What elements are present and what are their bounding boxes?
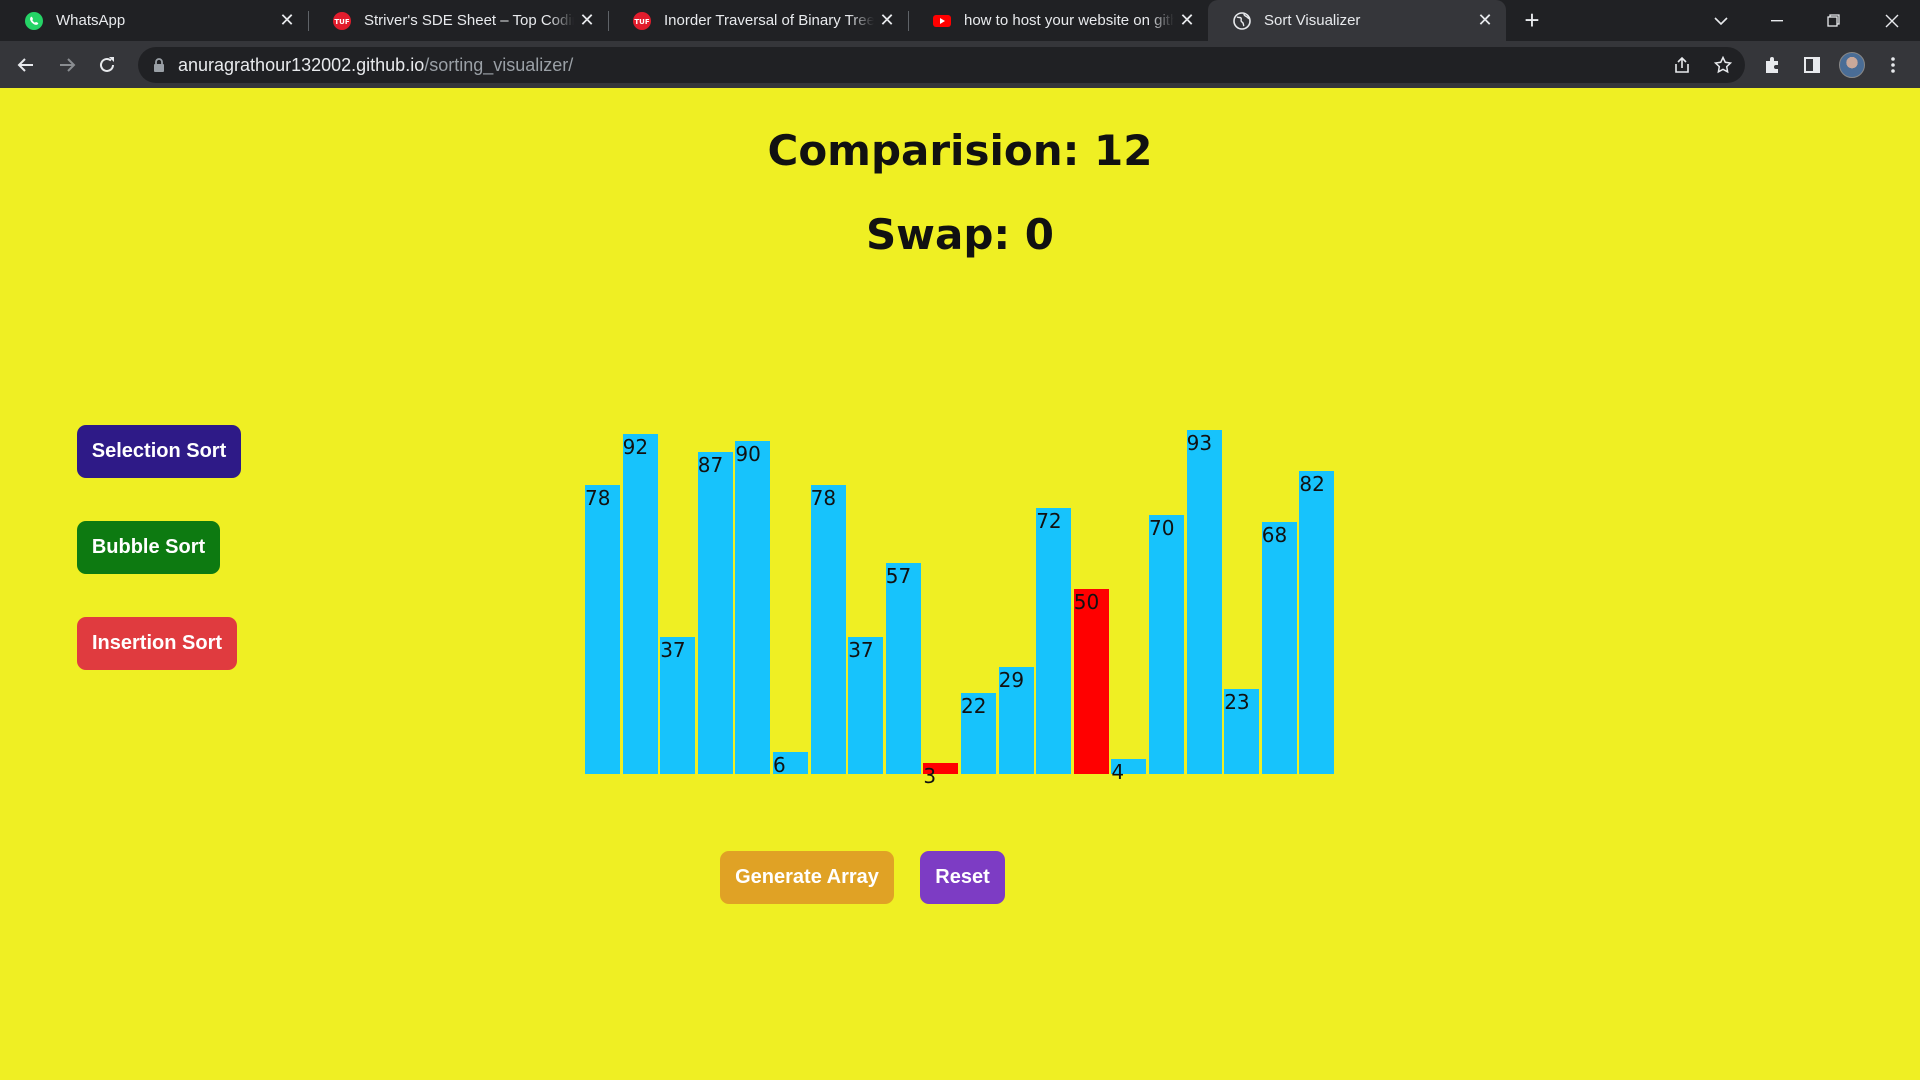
close-tab-icon[interactable]: ✕ — [878, 11, 896, 29]
globe-icon — [1232, 11, 1252, 31]
url-host: anuragrathour132002.github.io — [178, 55, 425, 75]
lock-icon[interactable] — [152, 57, 166, 73]
tab-search-icon[interactable] — [1693, 0, 1749, 41]
more-menu-icon[interactable] — [1877, 49, 1909, 81]
bar-value: 50 — [1073, 590, 1100, 614]
close-tab-icon[interactable]: ✕ — [1476, 11, 1494, 29]
tab-strip: WhatsApp ✕ TUF Striver's SDE Sheet – Top… — [0, 0, 1920, 41]
bookmark-star-icon[interactable] — [1707, 49, 1739, 81]
array-bar: 93 — [1186, 430, 1222, 774]
close-tab-icon[interactable]: ✕ — [278, 11, 296, 29]
array-bar: 82 — [1299, 471, 1335, 774]
tuf-icon: TUF — [632, 11, 652, 31]
close-tab-icon[interactable]: ✕ — [578, 11, 596, 29]
insertion-sort-button[interactable]: Insertion Sort — [77, 617, 237, 670]
array-bar: 23 — [1224, 689, 1260, 774]
restore-icon[interactable] — [1805, 0, 1861, 41]
array-bar: 22 — [961, 693, 996, 774]
bar-value: 29 — [998, 668, 1025, 692]
array-bars: 78 92 37 87 90 6 78 37 57 3 22 29 72 50 4 70 93 23 68 82 — [585, 88, 1335, 788]
array-bar: 92 — [622, 434, 658, 774]
bar-value: 82 — [1299, 472, 1325, 496]
array-bar: 50 — [1073, 589, 1109, 774]
array-bar: 68 — [1261, 522, 1297, 774]
url-text: anuragrathour132002.github.io/sorting_vi… — [178, 55, 573, 76]
sort-visualizer-page: Comparision: 12 Swap: 0 Selection Sort B… — [0, 88, 1920, 1080]
reload-icon[interactable] — [91, 49, 123, 81]
bar-value: 72 — [1036, 509, 1062, 533]
tab-inorder-traversal[interactable]: TUF Inorder Traversal of Binary Tree - ✕ — [608, 0, 908, 41]
share-icon[interactable] — [1666, 49, 1698, 81]
extensions-icon[interactable] — [1756, 49, 1788, 81]
array-bar: 78 — [585, 485, 620, 774]
tab-youtube-host-website[interactable]: how to host your website on gith ✕ — [908, 0, 1208, 41]
bar-value: 6 — [773, 753, 786, 777]
tab-title: Inorder Traversal of Binary Tree - — [664, 12, 874, 29]
array-bar: 37 — [660, 637, 696, 774]
array-bar: 4 — [1111, 759, 1147, 784]
array-bar: 90 — [735, 441, 771, 774]
bar-value: 37 — [848, 638, 874, 662]
array-bar: 6 — [773, 752, 808, 777]
tab-title: Striver's SDE Sheet – Top Coding — [364, 12, 574, 29]
forward-icon[interactable] — [51, 49, 83, 81]
array-bar: 70 — [1149, 515, 1184, 774]
array-bar: 87 — [697, 452, 733, 774]
array-bar: 72 — [1036, 508, 1072, 774]
bar-value: 78 — [585, 486, 611, 510]
tuf-icon: TUF — [332, 11, 352, 31]
array-bar: 37 — [848, 637, 884, 774]
url-path: /sorting_visualizer/ — [424, 55, 574, 75]
whatsapp-icon — [24, 11, 44, 31]
bar-value: 87 — [697, 453, 724, 477]
array-bar: 29 — [998, 667, 1034, 774]
profile-avatar[interactable] — [1839, 52, 1865, 78]
tab-title: WhatsApp — [56, 12, 126, 29]
bar-value: 22 — [961, 694, 987, 718]
bar-value: 68 — [1261, 523, 1288, 547]
bar-value: 23 — [1224, 690, 1250, 714]
array-bar: 3 — [923, 763, 959, 788]
minimize-icon[interactable] — [1749, 0, 1805, 41]
side-panel-icon[interactable] — [1796, 49, 1828, 81]
close-window-icon[interactable] — [1864, 0, 1920, 41]
browser-toolbar: anuragrathour132002.github.io/sorting_vi… — [0, 41, 1920, 88]
selection-sort-button[interactable]: Selection Sort — [77, 425, 241, 478]
bar-value: 93 — [1186, 431, 1213, 455]
bar-value: 90 — [735, 442, 761, 466]
bar-value: 78 — [810, 486, 837, 510]
bar-value: 37 — [660, 638, 686, 662]
reset-button[interactable]: Reset — [920, 851, 1005, 904]
svg-text:TUF: TUF — [334, 18, 349, 26]
tab-title: Sort Visualizer — [1264, 12, 1361, 29]
close-tab-icon[interactable]: ✕ — [1178, 11, 1196, 29]
bar-value: 57 — [885, 564, 912, 588]
svg-text:TUF: TUF — [634, 18, 649, 26]
bar-value: 70 — [1149, 516, 1175, 540]
tab-sort-visualizer[interactable]: Sort Visualizer ✕ — [1208, 0, 1506, 41]
address-bar[interactable]: anuragrathour132002.github.io/sorting_vi… — [138, 47, 1745, 83]
tab-striver-sheet[interactable]: TUF Striver's SDE Sheet – Top Coding ✕ — [308, 0, 608, 41]
array-bar: 57 — [885, 563, 921, 774]
tab-title: how to host your website on gith — [964, 12, 1174, 29]
new-tab-icon[interactable]: + — [1517, 6, 1547, 36]
bar-value: 4 — [1111, 760, 1125, 784]
generate-array-button[interactable]: Generate Array — [720, 851, 894, 904]
back-icon[interactable] — [10, 49, 42, 81]
bar-value: 3 — [923, 764, 937, 788]
youtube-icon — [932, 11, 952, 31]
tab-whatsapp[interactable]: WhatsApp ✕ — [0, 0, 308, 41]
bar-value: 92 — [622, 435, 649, 459]
array-bar: 78 — [810, 485, 846, 774]
bubble-sort-button[interactable]: Bubble Sort — [77, 521, 220, 574]
